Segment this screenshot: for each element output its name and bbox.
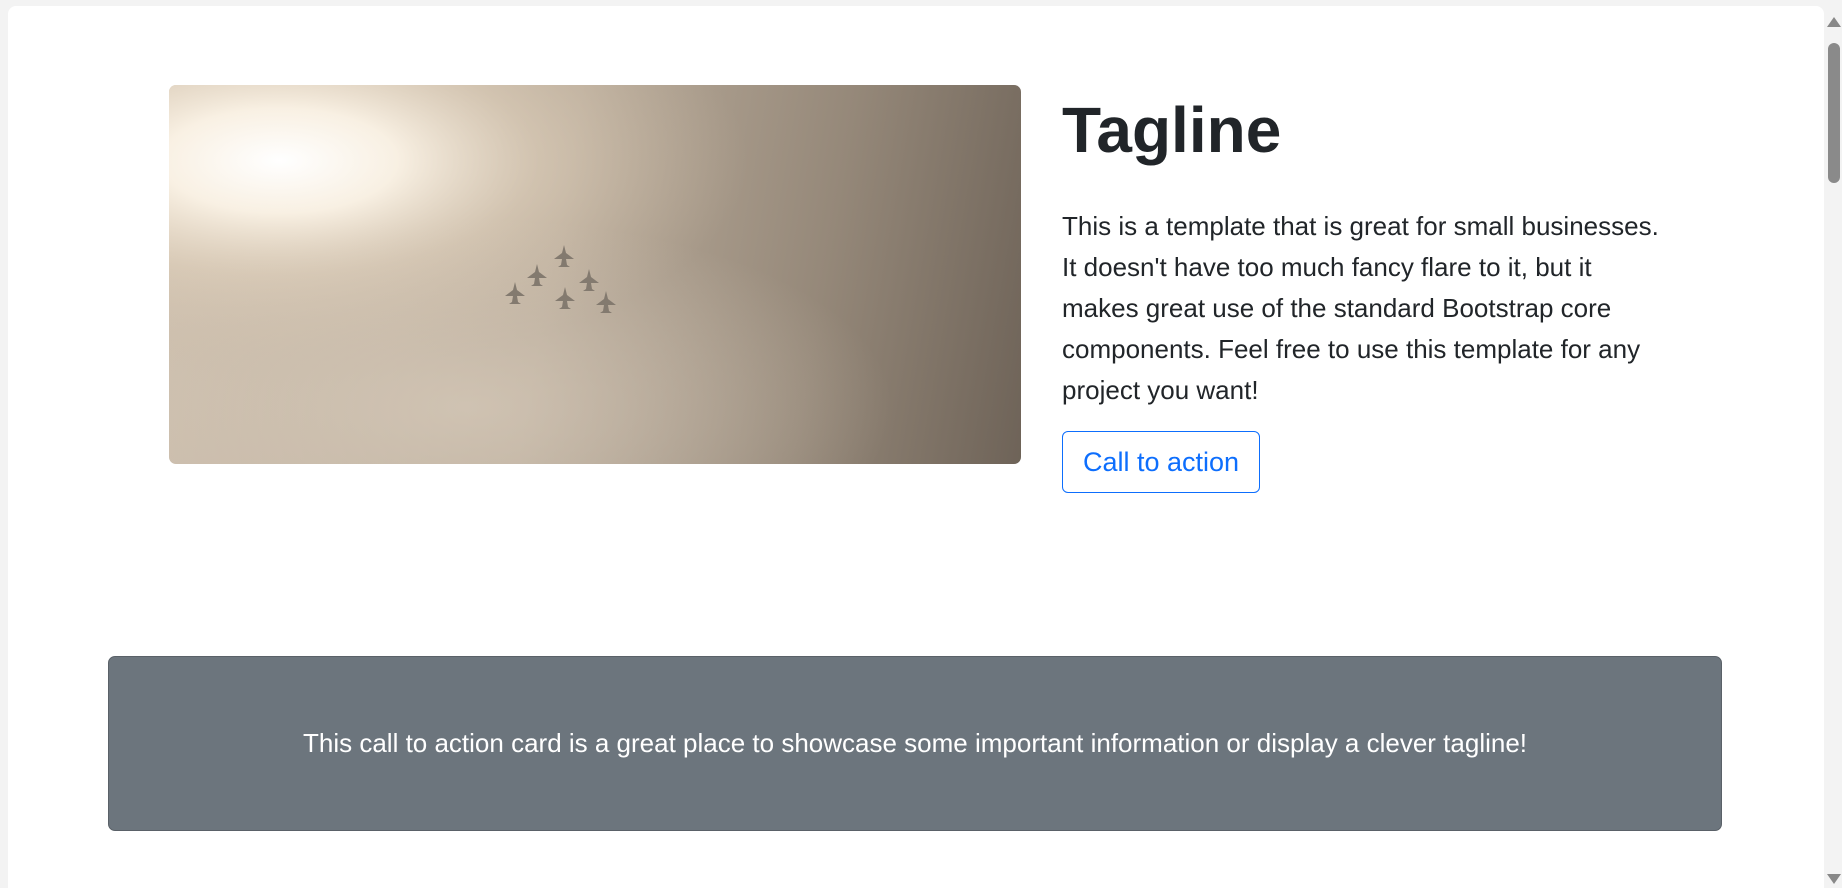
hero-title: Tagline [1062,94,1282,166]
hero-lead-text: This is a template that is great for sma… [1062,211,1659,405]
scrollbar-thumb[interactable] [1828,43,1840,183]
call-to-action-button[interactable]: Call to action [1062,431,1260,493]
vertical-scrollbar[interactable] [1824,6,1842,888]
hero-image [169,85,1021,464]
scroll-down-arrow-icon[interactable] [1827,874,1841,884]
call-to-action-card: This call to action card is a great plac… [108,656,1722,831]
call-to-action-card-text: This call to action card is a great plac… [302,728,1528,758]
scroll-up-arrow-icon[interactable] [1827,17,1841,27]
fighter-jets-photo-icon [169,85,1021,464]
page-viewport: Tagline This is a template that is great… [8,6,1824,888]
